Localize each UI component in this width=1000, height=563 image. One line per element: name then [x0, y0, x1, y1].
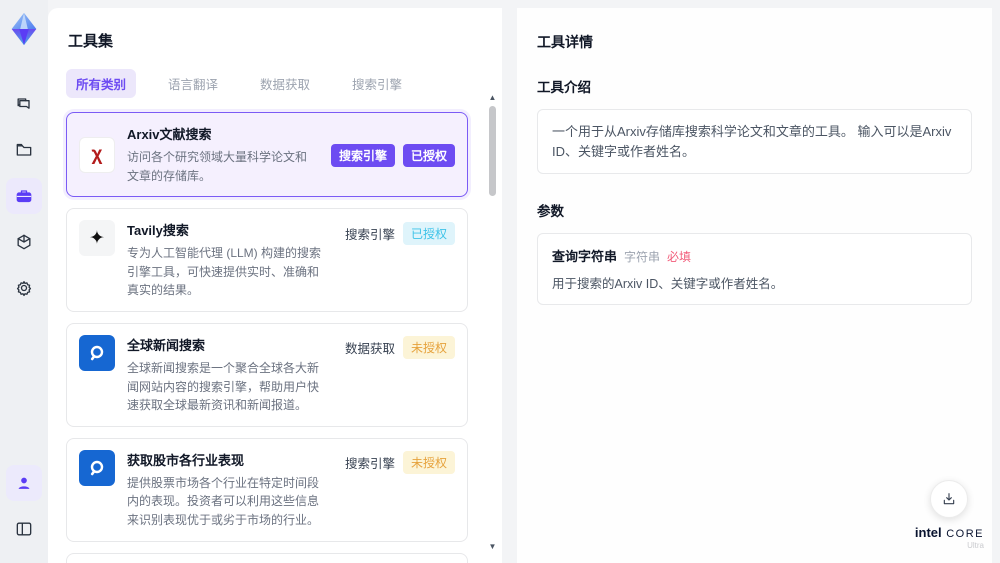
intro-heading: 工具介绍: [537, 80, 591, 95]
tool-description: 全球新闻搜索是一个聚合全球各大新闻网站内容的搜索引擎，帮助用户快速获取全球最新资…: [127, 360, 320, 413]
core-wordmark: CORE: [941, 527, 984, 540]
tab-language-translation[interactable]: 语言翻译: [158, 69, 228, 98]
page-title: 工具集: [68, 33, 114, 50]
arxiv-glyph: χ: [91, 143, 103, 165]
news-search-icon: [79, 334, 115, 371]
auth-status-badge: 未授权: [402, 451, 455, 475]
sidebar-item-chat[interactable]: [6, 86, 42, 122]
briefcase-icon: [16, 190, 32, 203]
param-type: 字符串: [624, 250, 661, 264]
tool-description: 专为人工智能代理 (LLM) 构建的搜索引擎工具，可快速提供实时、准确和真实的结…: [127, 246, 322, 298]
corner-widgets: intel CORE Ultra: [914, 479, 984, 551]
tool-tags: 搜索引擎 已授权: [344, 221, 455, 245]
intro-text: 一个用于从Arxiv存储库搜索科学论文和文章的工具。 输入可以是Arxiv ID…: [552, 124, 952, 159]
tool-card-body: Tavily搜索 专为人工智能代理 (LLM) 构建的搜索引擎工具，可快速提供实…: [127, 220, 333, 300]
tool-card-stock-sectors[interactable]: 获取股市各行业表现 提供股票市场各个行业在特定时间段内的表现。投资者可以利用这些…: [66, 437, 468, 542]
tab-search-engine[interactable]: 搜索引擎: [342, 69, 412, 98]
intro-box: 一个用于从Arxiv存储库搜索科学论文和文章的工具。 输入可以是Arxiv ID…: [537, 109, 972, 174]
stock-search-icon: [79, 449, 115, 486]
tool-name: Arxiv文献搜索: [127, 127, 212, 142]
auth-status-badge: 未授权: [402, 336, 455, 360]
category-label: 搜索引擎: [344, 457, 395, 472]
sidebar-item-files[interactable]: [6, 132, 42, 168]
param-box: 查询字符串 字符串 必填 用于搜索的Arxiv ID、关键字或作者姓名。: [537, 233, 972, 305]
tool-card-body: 获取股市各行业表现 提供股票市场各个行业在特定时间段内的表现。投资者可以利用这些…: [127, 450, 333, 530]
scrollbar-up-arrow-icon[interactable]: ▲: [488, 94, 497, 102]
intel-core-sub-text: Ultra: [967, 541, 984, 551]
folder-icon: [16, 143, 32, 156]
tool-card-arxiv[interactable]: χ Arxiv文献搜索 访问各个研究领域大量科学论文和文章的存储库。 搜索引擎 …: [66, 112, 468, 198]
sidebar-item-account[interactable]: [6, 465, 42, 501]
list-scrollbar[interactable]: ▲ ▼: [488, 94, 497, 551]
tab-all-categories[interactable]: 所有类别: [66, 69, 137, 98]
scrollbar-thumb[interactable]: [489, 106, 496, 196]
tool-description: 提供股票市场各个行业在特定时间段内的表现。投资者可以利用这些信息来识别表现优于或…: [127, 475, 320, 527]
params-heading: 参数: [537, 204, 564, 219]
auth-status-badge: 已授权: [402, 144, 455, 168]
tool-tags: 搜索引擎 未授权: [344, 451, 455, 475]
auth-status-badge: 已授权: [402, 221, 455, 245]
tool-cards: χ Arxiv文献搜索 访问各个研究领域大量科学论文和文章的存储库。 搜索引擎 …: [66, 112, 484, 563]
sidebar-item-tools[interactable]: [6, 178, 42, 214]
category-tabs: 所有类别 语言翻译 数据获取 搜索引擎: [66, 69, 484, 98]
param-header-row: 查询字符串 字符串 必填: [552, 246, 957, 265]
chat-icon: [17, 98, 30, 109]
gear-icon: [16, 281, 32, 297]
sidebar-item-settings[interactable]: [6, 270, 42, 306]
tool-list-panel: 工具集 所有类别 语言翻译 数据获取 搜索引擎 χ Arxiv文献搜索 访问各个…: [48, 8, 502, 563]
intel-core-logo: intel CORE Ultra: [914, 524, 984, 551]
param-required-flag: 必填: [667, 250, 692, 264]
download-button[interactable]: [930, 479, 969, 518]
tool-description: 访问各个研究领域大量科学论文和文章的存储库。: [127, 150, 308, 183]
tool-tags: 搜索引擎 已授权: [330, 144, 455, 168]
param-description: 用于搜索的Arxiv ID、关键字或作者姓名。: [552, 277, 784, 291]
sidebar-item-collapse-panel[interactable]: [6, 511, 42, 547]
tool-tags: 数据获取 未授权: [344, 336, 455, 360]
category-label: 搜索引擎: [344, 227, 395, 242]
detail-title: 工具详情: [537, 34, 593, 50]
panel-layout-icon: [16, 522, 32, 536]
category-badge: 搜索引擎: [330, 144, 395, 168]
tool-card-tavily[interactable]: ✦ Tavily搜索 专为人工智能代理 (LLM) 构建的搜索引擎工具，可快速提…: [66, 208, 468, 312]
intel-core-logo-text: intel CORE: [914, 524, 984, 540]
scrollbar-down-arrow-icon[interactable]: ▼: [488, 543, 497, 551]
tool-name: 全球新闻搜索: [127, 337, 206, 353]
sidebar-item-models[interactable]: [6, 224, 42, 260]
sparkle-glyph: ✦: [89, 227, 105, 249]
tool-name: Tavily搜索: [127, 223, 189, 239]
sparkle-icon: ✦: [79, 220, 115, 257]
app-logo-gem-icon: [11, 12, 37, 46]
category-label: 数据获取: [344, 342, 395, 357]
tool-card-body: Arxiv文献搜索 访问各个研究领域大量科学论文和文章的存储库。: [127, 124, 319, 185]
cube-icon: [17, 234, 31, 250]
left-rail: [0, 0, 48, 563]
tab-data-acquisition[interactable]: 数据获取: [250, 69, 320, 98]
tool-card-active-stocks[interactable]: 获取市场最活跃股票信息 提供当天交易量最高的股票列表。投资者可以利用这些信息来识…: [66, 552, 468, 563]
tool-card-global-news[interactable]: 全球新闻搜索 全球新闻搜索是一个聚合全球各大新闻网站内容的搜索引擎，帮助用户快速…: [66, 322, 468, 427]
tool-name: 获取股市各行业表现: [127, 452, 245, 468]
download-icon: [944, 493, 955, 505]
tool-card-body: 全球新闻搜索 全球新闻搜索是一个聚合全球各大新闻网站内容的搜索引擎，帮助用户快速…: [127, 335, 333, 415]
param-name: 查询字符串: [552, 249, 618, 264]
intel-wordmark: intel: [914, 524, 942, 540]
user-icon: [18, 477, 30, 489]
arxiv-icon: χ: [79, 136, 115, 173]
